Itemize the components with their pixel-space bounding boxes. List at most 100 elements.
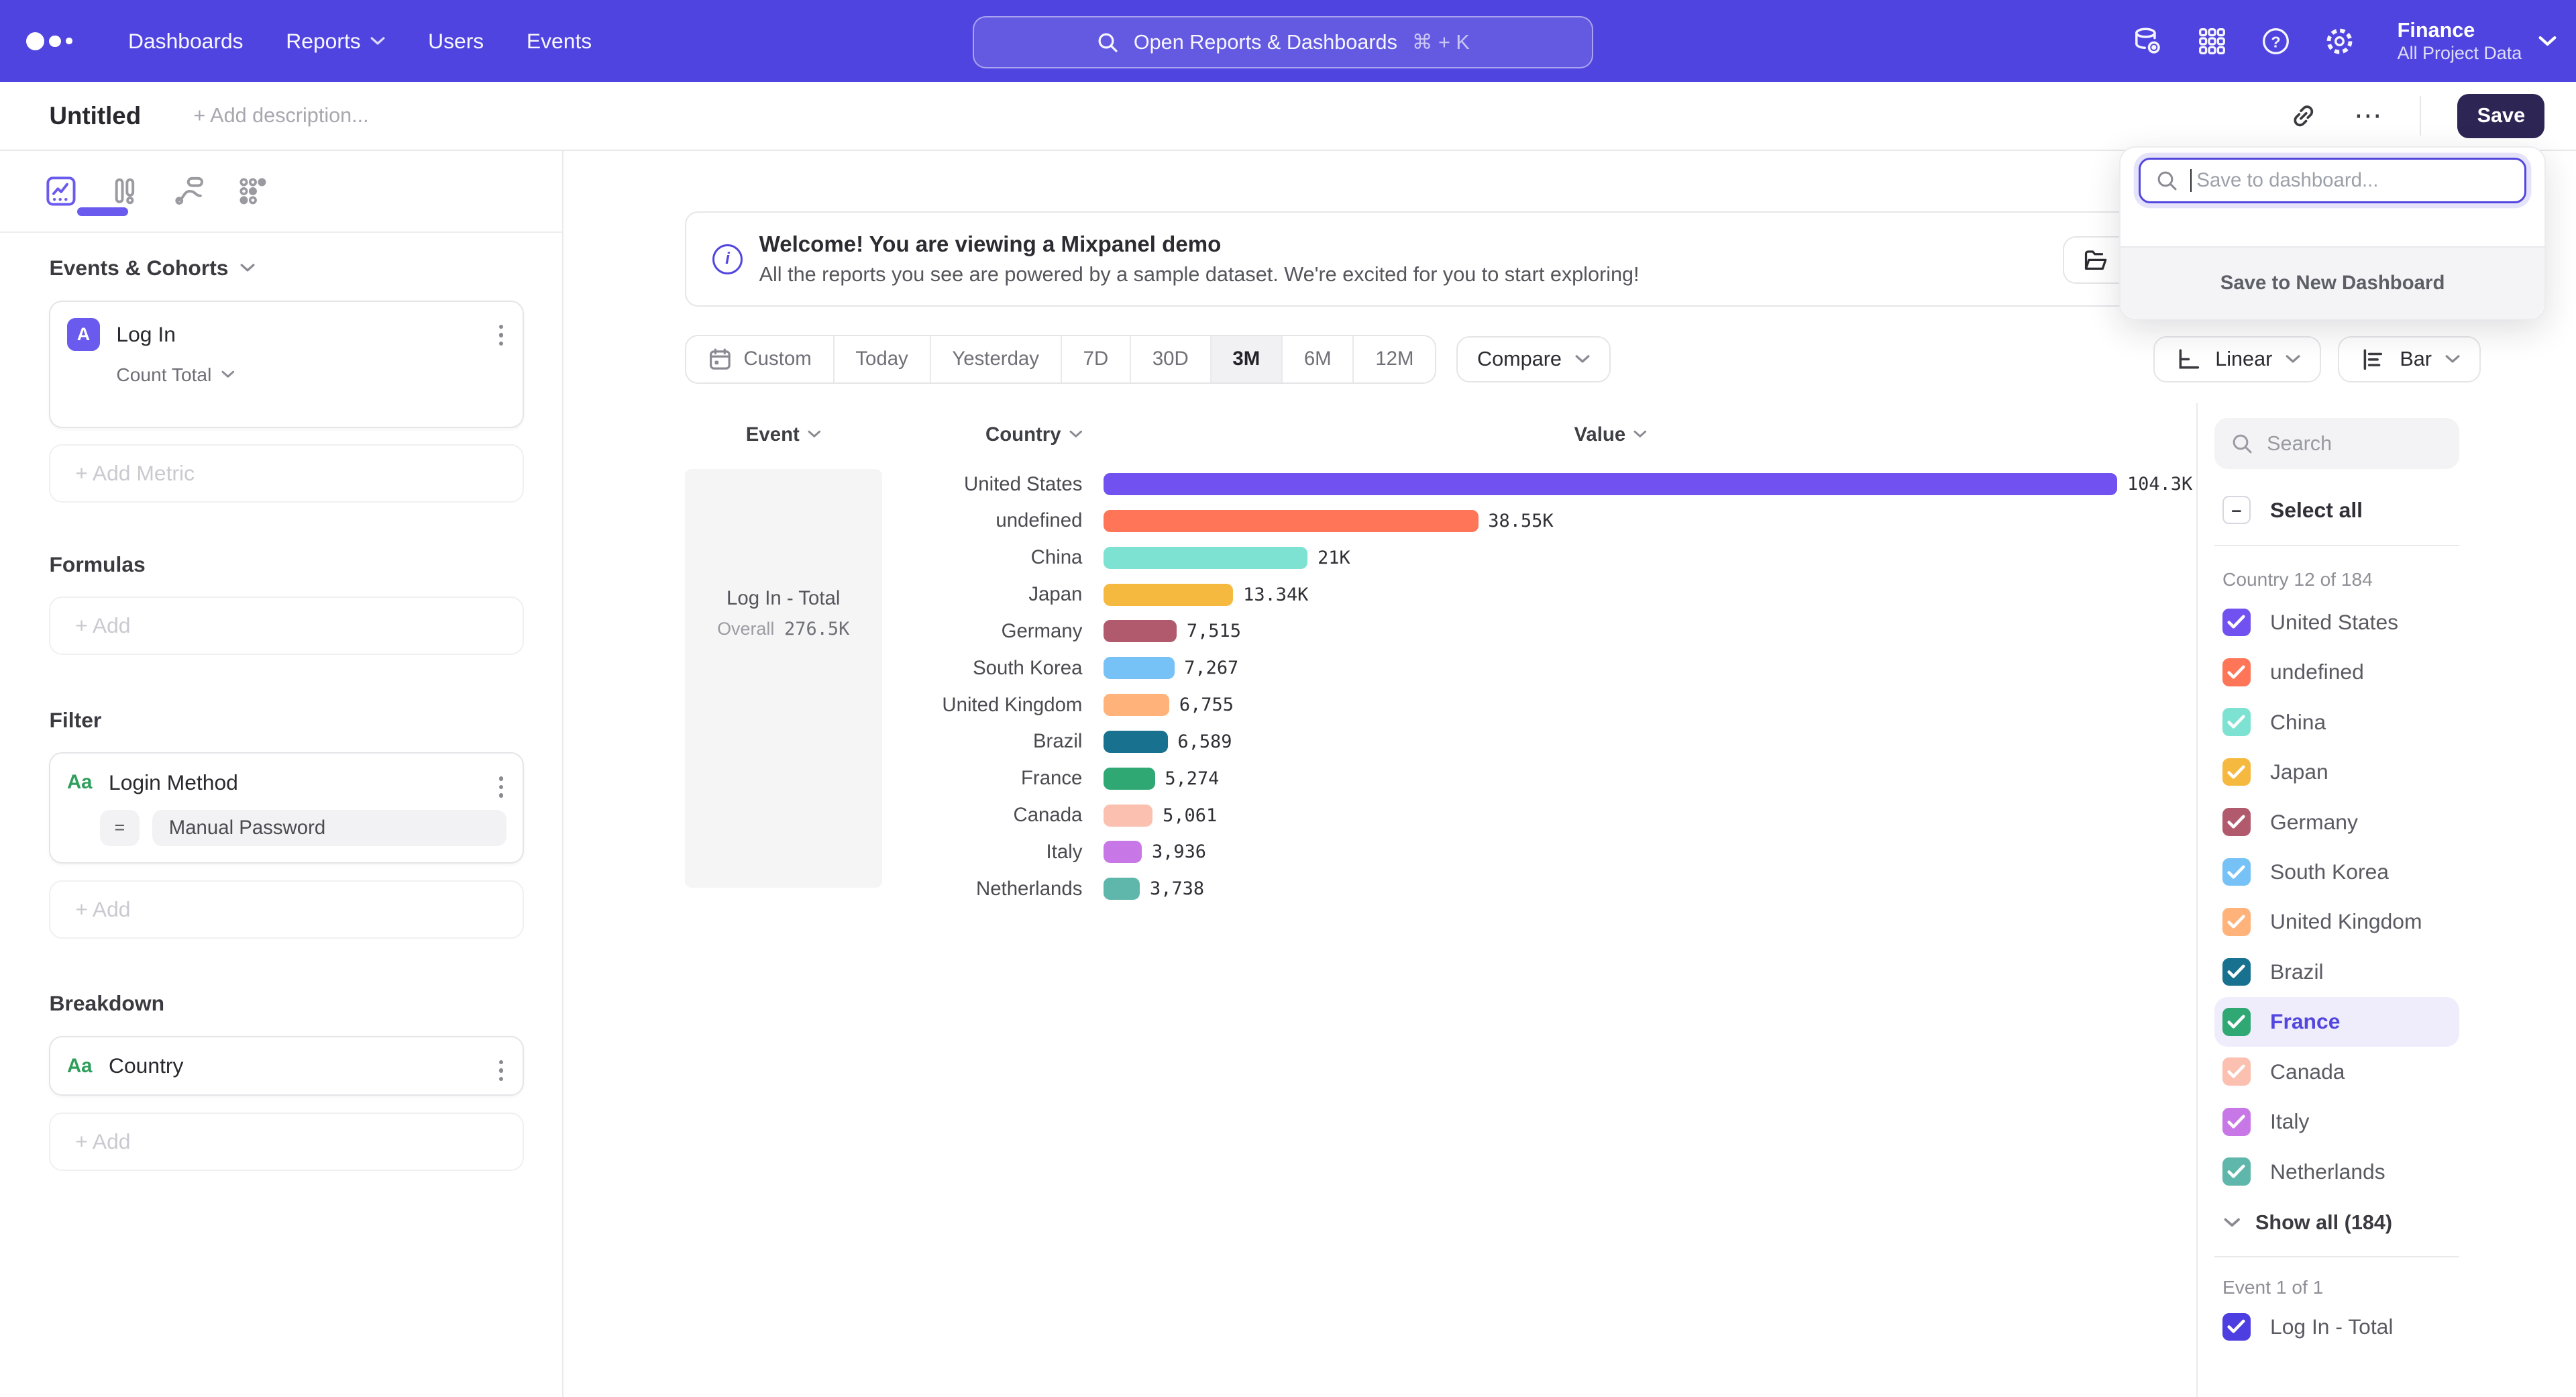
date-range-12m[interactable]: 12M [1352, 336, 1435, 382]
add-breakdown-button[interactable]: + Add [49, 1113, 524, 1171]
column-header-country[interactable]: Country [882, 423, 1083, 446]
filter-item-united-states[interactable]: United States [2214, 597, 2459, 647]
compare-button[interactable]: Compare [1456, 336, 1611, 382]
more-options-icon[interactable]: ⋯ [2354, 107, 2383, 123]
checkbox-checked[interactable] [2222, 858, 2251, 886]
metric-aggregation[interactable]: Count Total [116, 364, 506, 386]
filter-kebab-icon[interactable] [496, 774, 506, 801]
checkbox-checked[interactable] [2222, 1157, 2251, 1186]
date-range-yesterday[interactable]: Yesterday [930, 336, 1061, 382]
report-description-placeholder[interactable]: + Add description... [193, 104, 368, 127]
breakdown-kebab-icon[interactable] [496, 1057, 506, 1084]
scale-selector[interactable]: Linear [2153, 336, 2322, 382]
select-all-row[interactable]: – Select all [2214, 495, 2459, 525]
share-link-icon[interactable] [2290, 102, 2318, 130]
save-dashboard-search-input[interactable]: Save to dashboard... [2139, 158, 2526, 204]
save-to-new-dashboard-button[interactable]: Save to New Dashboard [2121, 246, 2544, 318]
check-icon [2227, 865, 2245, 880]
nav-events[interactable]: Events [527, 29, 592, 54]
checkbox-checked[interactable] [2222, 808, 2251, 836]
date-range-30d[interactable]: 30D [1130, 336, 1210, 382]
checkbox-checked[interactable] [2222, 658, 2251, 686]
nav-reports[interactable]: Reports [286, 29, 385, 54]
global-search[interactable]: Open Reports & Dashboards ⌘ + K [973, 16, 1593, 68]
add-metric-button[interactable]: + Add Metric [49, 444, 524, 503]
filter-item-south-korea[interactable]: South Korea [2214, 847, 2459, 896]
bar-segment[interactable] [1104, 584, 1233, 606]
checkbox-checked[interactable] [2222, 1008, 2251, 1036]
filter-item-japan[interactable]: Japan [2214, 747, 2459, 796]
bar-segment[interactable] [1104, 768, 1155, 790]
bar-value-label: 6,589 [1177, 731, 1232, 752]
bar-segment[interactable] [1104, 841, 1142, 863]
nav-users[interactable]: Users [428, 29, 484, 54]
chevron-down-icon [2286, 354, 2300, 364]
date-range-6m[interactable]: 6M [1281, 336, 1352, 382]
help-icon[interactable]: ? [2259, 25, 2292, 58]
nav-dashboards[interactable]: Dashboards [128, 29, 244, 54]
date-range-custom[interactable]: Custom [686, 336, 833, 382]
checkbox-checked[interactable] [2222, 1313, 2251, 1341]
add-formula-button[interactable]: + Add [49, 597, 524, 655]
data-management-icon[interactable] [2130, 24, 2164, 58]
filter-item-label: Log In - Total [2270, 1314, 2393, 1339]
bar-segment[interactable] [1104, 731, 1168, 753]
filter-item-france[interactable]: France [2214, 997, 2459, 1047]
filter-value[interactable]: Manual Password [152, 810, 506, 846]
filter-item-germany[interactable]: Germany [2214, 797, 2459, 847]
bar-segment[interactable] [1104, 473, 2117, 495]
filter-item-italy[interactable]: Italy [2214, 1096, 2459, 1146]
settings-gear-icon[interactable] [2323, 25, 2356, 58]
tab-funnels-icon[interactable] [105, 171, 145, 211]
tab-insights-icon[interactable] [41, 171, 80, 211]
bar-segment[interactable] [1104, 547, 1307, 569]
event-series-card[interactable]: Log In - Total Overall 276.5K [685, 469, 882, 888]
bar-segment[interactable] [1104, 694, 1169, 716]
add-filter-button[interactable]: + Add [49, 880, 524, 939]
legend-search-input[interactable]: Search [2214, 418, 2459, 469]
filter-item-undefined[interactable]: undefined [2214, 648, 2459, 697]
select-all-checkbox-indeterminate[interactable]: – [2222, 496, 2251, 524]
checkbox-checked[interactable] [2222, 908, 2251, 936]
filter-item-log-in---total[interactable]: Log In - Total [2214, 1302, 2459, 1351]
checkbox-checked[interactable] [2222, 758, 2251, 786]
project-switcher[interactable]: Finance All Project Data [2398, 18, 2557, 64]
tab-flows-icon[interactable] [169, 171, 209, 211]
checkbox-checked[interactable] [2222, 708, 2251, 736]
date-range-3m[interactable]: 3M [1210, 336, 1281, 382]
mixpanel-logo[interactable] [26, 32, 72, 50]
checkbox-checked[interactable] [2222, 958, 2251, 986]
apps-grid-icon[interactable] [2196, 25, 2229, 58]
divider [2214, 1256, 2459, 1257]
country-label: United Kingdom [882, 694, 1083, 717]
filter-card[interactable]: Aa Login Method = Manual Password [49, 752, 524, 864]
show-all-button[interactable]: Show all (184) [2214, 1200, 2459, 1246]
filter-item-canada[interactable]: Canada [2214, 1047, 2459, 1096]
metric-card[interactable]: A Log In Count Total [49, 301, 524, 428]
checkbox-checked[interactable] [2222, 1057, 2251, 1086]
filter-operator[interactable]: = [100, 810, 140, 846]
filter-item-brazil[interactable]: Brazil [2214, 947, 2459, 996]
bar-segment[interactable] [1104, 878, 1140, 900]
bar-segment[interactable] [1104, 620, 1177, 642]
filter-item-netherlands[interactable]: Netherlands [2214, 1147, 2459, 1196]
column-header-event[interactable]: Event [685, 423, 882, 446]
checkbox-checked[interactable] [2222, 1108, 2251, 1136]
checkbox-checked[interactable] [2222, 609, 2251, 637]
metric-kebab-icon[interactable] [496, 321, 506, 349]
bar-segment[interactable] [1104, 657, 1174, 679]
date-range-7d[interactable]: 7D [1061, 336, 1130, 382]
date-range-today[interactable]: Today [833, 336, 930, 382]
bar-segment[interactable] [1104, 805, 1152, 827]
filter-item-china[interactable]: China [2214, 697, 2459, 747]
breakdown-card[interactable]: Aa Country [49, 1036, 524, 1096]
save-button[interactable]: Save [2457, 94, 2544, 138]
filter-item-united-kingdom[interactable]: United Kingdom [2214, 897, 2459, 947]
events-cohorts-header[interactable]: Events & Cohorts [49, 256, 524, 280]
tab-retention-icon[interactable] [233, 171, 273, 211]
column-header-value[interactable]: Value [1104, 423, 2117, 446]
chevron-down-icon [2538, 36, 2557, 47]
bar-segment[interactable] [1104, 510, 1478, 532]
report-title[interactable]: Untitled [49, 102, 141, 130]
chart-type-selector[interactable]: Bar [2338, 336, 2481, 382]
